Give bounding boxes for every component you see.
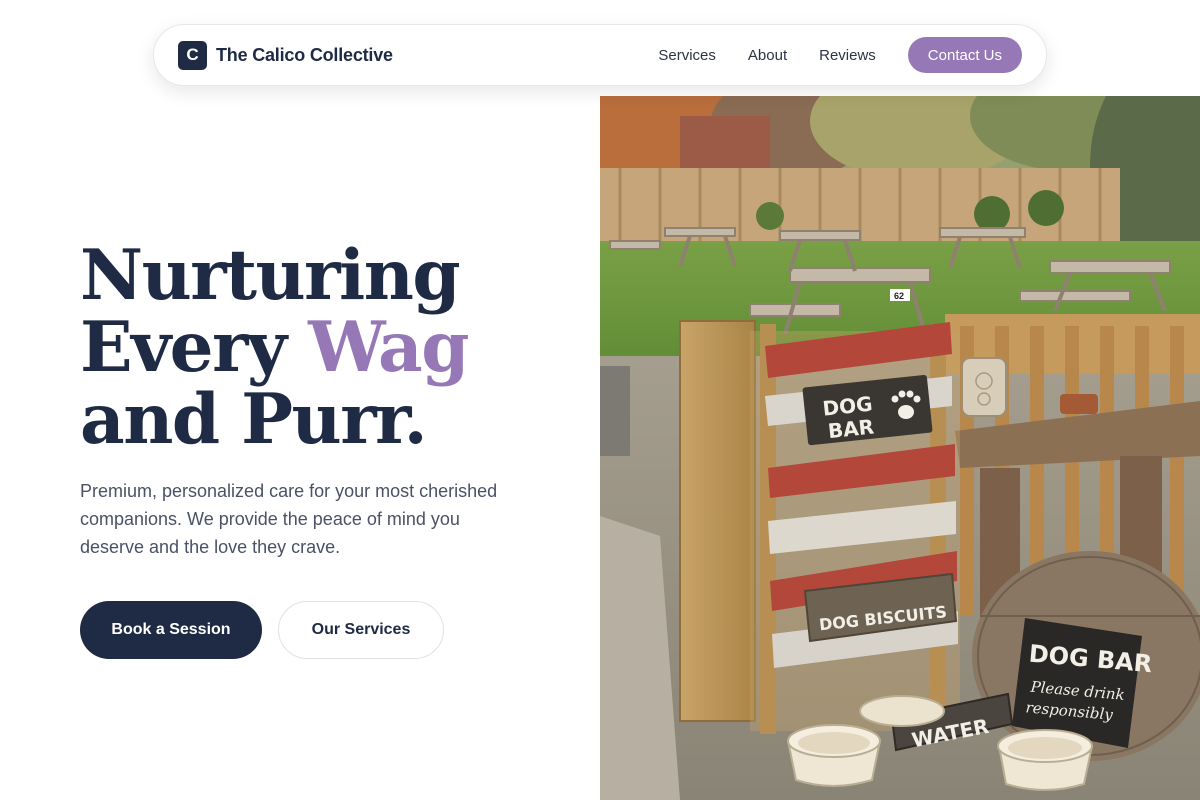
hero-title-line-3: and Purr. — [80, 379, 428, 460]
water-bowl-right — [997, 729, 1094, 791]
hero-photo: 62 DOG BAR DOG BISCUITS DOG BAR Please d… — [600, 96, 1200, 800]
nav-link-services[interactable]: Services — [658, 47, 716, 64]
hero-subtitle: Premium, personalized care for your most… — [80, 481, 498, 557]
brand[interactable]: C The Calico Collective — [178, 40, 393, 70]
nav-link-reviews[interactable]: Reviews — [819, 47, 876, 64]
hero-title-accent: Wag — [308, 307, 469, 388]
top-nav: C The Calico Collective Services About R… — [153, 24, 1047, 86]
dog-bar-sign-line-2: BAR — [827, 415, 875, 444]
page: C The Calico Collective Services About R… — [0, 0, 1200, 800]
hero-title: Nurturing Every Wag and Purr. — [80, 240, 580, 456]
nav-link-about[interactable]: About — [748, 47, 787, 64]
table-number: 62 — [894, 291, 904, 301]
hero-title-line-1: Nurturing — [80, 235, 461, 316]
dog-bar-illustration: 62 DOG BAR DOG BISCUITS DOG BAR Please d… — [600, 96, 1200, 800]
brand-logo-icon: C — [178, 40, 207, 70]
brand-name: The Calico Collective — [216, 44, 393, 65]
hero-title-line-2-prefix: Every — [80, 307, 287, 388]
nav-links: Services About Reviews Contact Us — [658, 37, 1022, 73]
water-bowl-left — [786, 724, 882, 787]
our-services-button[interactable]: Our Services — [278, 601, 444, 659]
contact-us-button[interactable]: Contact Us — [907, 37, 1022, 73]
book-session-button[interactable]: Book a Session — [80, 601, 262, 659]
